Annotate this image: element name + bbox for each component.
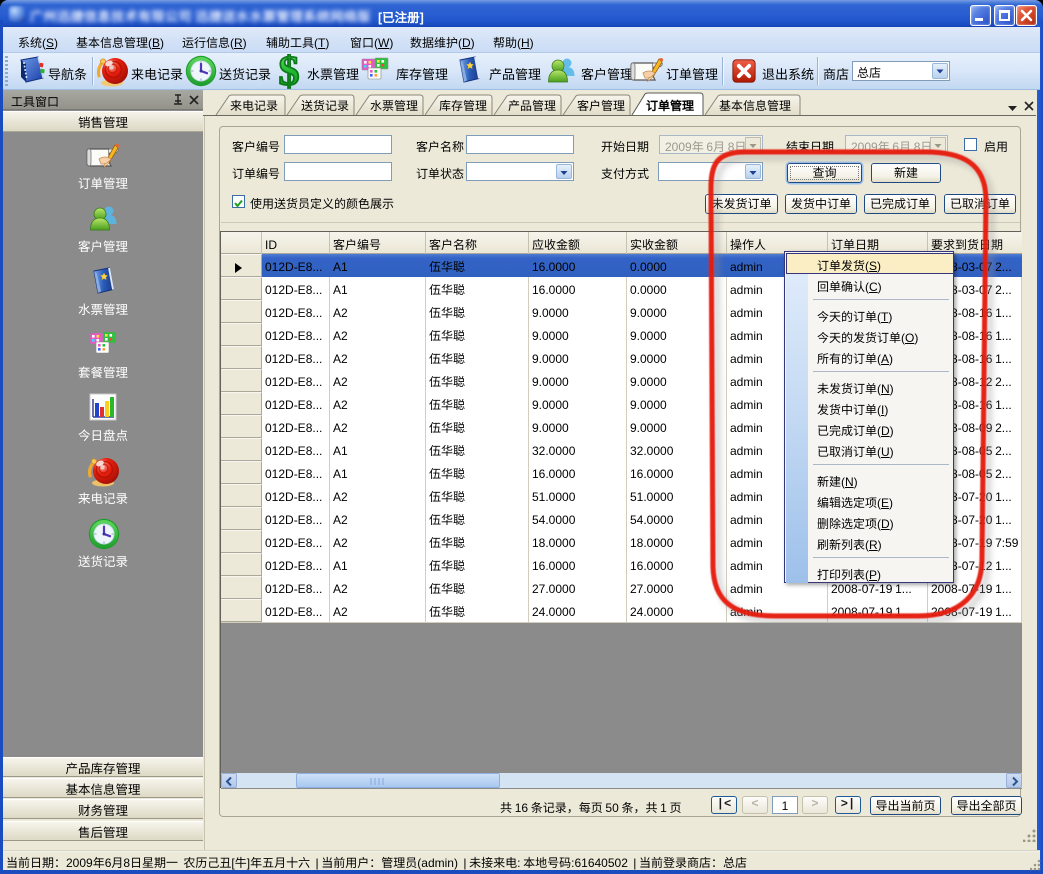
- svg-text:$: $: [279, 54, 300, 90]
